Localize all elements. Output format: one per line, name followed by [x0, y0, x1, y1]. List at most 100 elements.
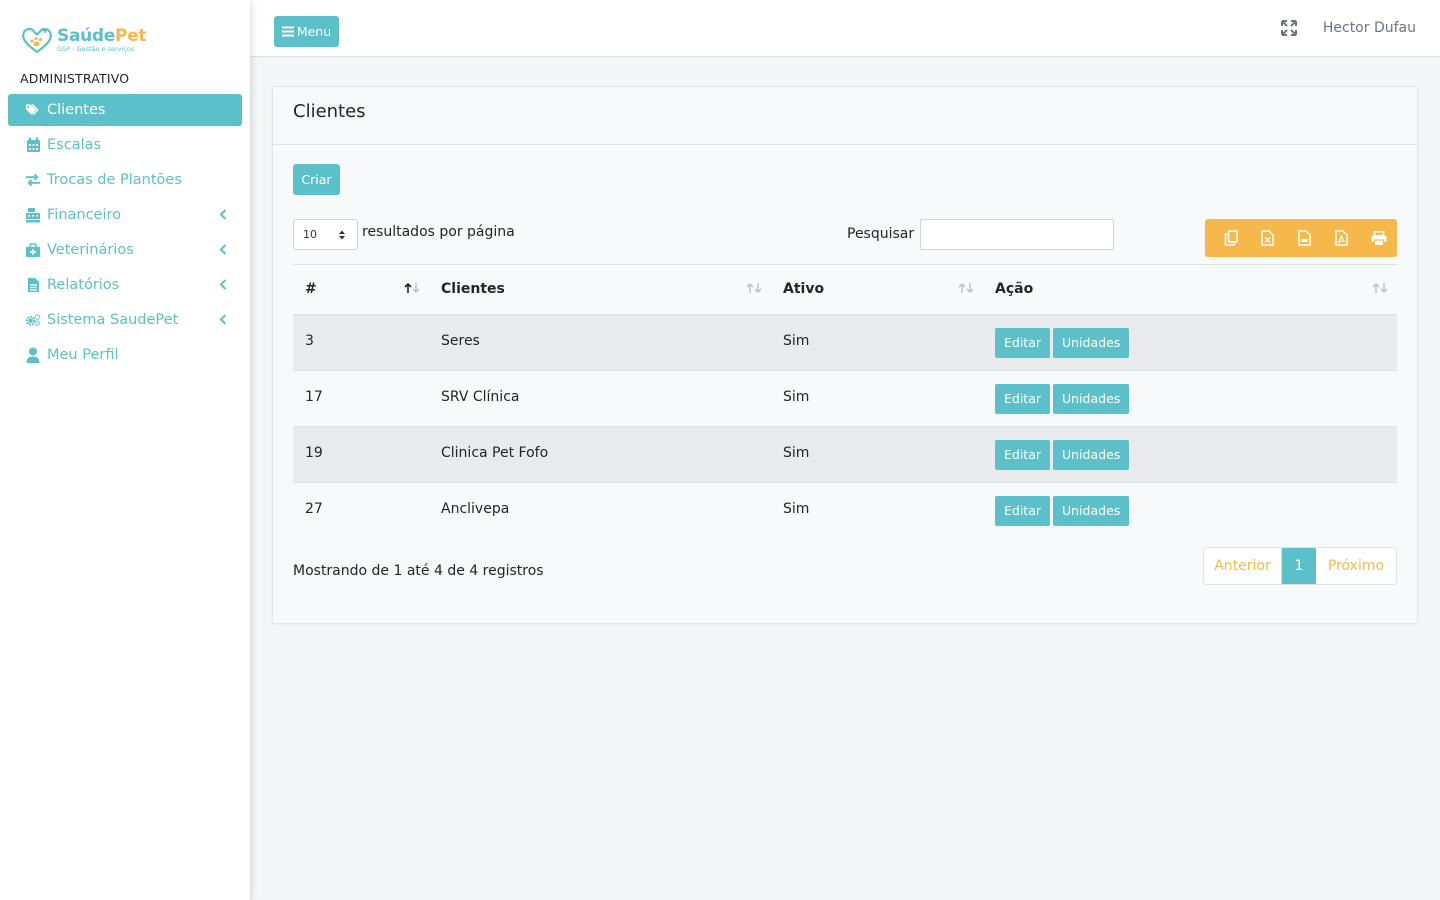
file-pdf-icon	[1335, 230, 1348, 246]
sidebar-item-sistema-saudepet[interactable]: Sistema SaudePet	[8, 304, 242, 336]
sidebar-item-label: Trocas de Plantões	[47, 172, 182, 188]
sort-icon	[958, 283, 974, 293]
pagination-page-current[interactable]: 1	[1282, 548, 1316, 584]
table-row: 27 Anclivepa Sim Editar Unidades	[293, 482, 1397, 539]
csv-export-button[interactable]	[1286, 219, 1323, 257]
column-header-label: Clientes	[441, 281, 505, 298]
card-header: Clientes	[273, 87, 1417, 145]
sidebar-item-label: Sistema SaudePet	[47, 312, 179, 328]
brand-name: SaúdePet	[57, 25, 147, 46]
excel-export-button[interactable]	[1249, 219, 1286, 257]
sidebar-item-relatorios[interactable]: Relatórios	[8, 269, 242, 301]
sidebar-item-label: Financeiro	[47, 207, 122, 223]
sidebar-item-label: Escalas	[47, 137, 102, 153]
search-input[interactable]	[920, 219, 1114, 250]
search-label: Pesquisar	[847, 226, 915, 242]
create-button[interactable]: Criar	[293, 164, 340, 195]
cell-active: Sim	[771, 314, 983, 371]
page-title: Clientes	[293, 101, 366, 122]
column-header-label: Ativo	[783, 281, 825, 298]
units-button[interactable]: Unidades	[1053, 327, 1130, 358]
table-row: 19 Clinica Pet Fofo Sim Editar Unidades	[293, 426, 1397, 483]
page-length-label: resultados por página	[362, 224, 515, 240]
nav-section-header: ADMINISTRATIVO	[20, 71, 130, 86]
sidebar-item-clientes[interactable]: Clientes	[8, 94, 242, 126]
table-row: 3 Seres Sim Editar Unidades	[293, 314, 1397, 371]
sort-ascending-icon	[404, 282, 420, 293]
sidebar-nav: Clientes Escalas Trocas de Plantões Fina…	[8, 94, 242, 374]
pagination-next[interactable]: Próximo	[1316, 548, 1396, 584]
clientes-table: # Clientes Ativo Ação 3 Seres Sim Editar…	[293, 264, 1397, 539]
fullscreen-icon[interactable]	[1281, 20, 1297, 36]
brand-tagline: GSP - Gestão e serviços	[57, 44, 135, 53]
select-arrows-icon	[339, 230, 345, 240]
hamburger-icon	[281, 26, 294, 37]
chevron-left-icon	[219, 314, 227, 325]
page-length-select[interactable]: 10	[293, 219, 358, 250]
table-info: Mostrando de 1 até 4 de 4 registros	[293, 563, 544, 579]
cell-id: 27	[293, 482, 429, 539]
copy-button[interactable]	[1212, 219, 1249, 257]
edit-button[interactable]: Editar	[995, 383, 1051, 414]
cell-id: 17	[293, 370, 429, 427]
file-excel-icon	[1261, 230, 1274, 246]
sidebar-item-escalas[interactable]: Escalas	[8, 129, 242, 161]
cell-active: Sim	[771, 370, 983, 427]
units-button[interactable]: Unidades	[1053, 383, 1130, 414]
print-icon	[1371, 230, 1386, 246]
copy-icon	[1224, 230, 1238, 246]
edit-button[interactable]: Editar	[995, 439, 1051, 470]
chevron-left-icon	[219, 279, 227, 290]
cell-name: Seres	[429, 314, 771, 371]
tags-icon	[25, 102, 41, 118]
menu-label: Menu	[296, 24, 332, 39]
user-menu[interactable]: Hector Dufau	[1323, 20, 1416, 36]
edit-button[interactable]: Editar	[995, 327, 1051, 358]
menu-toggle-button[interactable]: Menu	[274, 16, 339, 47]
file-csv-icon	[1298, 230, 1311, 246]
export-button-group	[1205, 219, 1397, 257]
pagination-previous[interactable]: Anterior	[1204, 548, 1282, 584]
column-header-clientes[interactable]: Clientes	[429, 264, 771, 316]
app-logo[interactable]: SaúdePet GSP - Gestão e serviços	[20, 22, 150, 58]
print-button[interactable]	[1360, 219, 1397, 257]
sort-icon	[746, 283, 762, 293]
column-header-id[interactable]: #	[293, 264, 429, 316]
sidebar-item-trocas-de-plantoes[interactable]: Trocas de Plantões	[8, 164, 242, 196]
user-icon	[25, 347, 41, 363]
page-length-value: 10	[303, 228, 317, 241]
cell-actions: Editar Unidades	[983, 482, 1397, 539]
column-header-label: #	[305, 281, 317, 298]
paw-heart-icon	[22, 27, 52, 54]
sort-icon	[1372, 283, 1388, 293]
column-header-label: Ação	[995, 281, 1034, 298]
sidebar-item-veterinarios[interactable]: Veterinários	[8, 234, 242, 266]
cell-actions: Editar Unidades	[983, 426, 1397, 483]
edit-button[interactable]: Editar	[995, 495, 1051, 526]
sidebar-item-label: Relatórios	[47, 277, 120, 293]
cell-active: Sim	[771, 426, 983, 483]
pdf-export-button[interactable]	[1323, 219, 1360, 257]
sidebar: SaúdePet GSP - Gestão e serviços ADMINIS…	[0, 0, 250, 900]
cell-id: 3	[293, 314, 429, 371]
exchange-icon	[25, 172, 41, 188]
table-header-row: # Clientes Ativo Ação	[293, 264, 1397, 316]
cash-register-icon	[25, 207, 41, 223]
cell-name: SRV Clínica	[429, 370, 771, 427]
cogs-icon	[25, 312, 41, 328]
sidebar-item-financeiro[interactable]: Financeiro	[8, 199, 242, 231]
cell-name: Anclivepa	[429, 482, 771, 539]
cell-actions: Editar Unidades	[983, 370, 1397, 427]
cell-active: Sim	[771, 482, 983, 539]
column-header-ativo[interactable]: Ativo	[771, 264, 983, 316]
calendar-icon	[25, 137, 41, 153]
units-button[interactable]: Unidades	[1053, 439, 1130, 470]
file-icon	[25, 277, 41, 293]
sidebar-item-label: Clientes	[47, 102, 106, 118]
units-button[interactable]: Unidades	[1053, 495, 1130, 526]
sidebar-item-meu-perfil[interactable]: Meu Perfil	[8, 339, 242, 371]
topbar: Menu Hector Dufau	[250, 0, 1440, 57]
column-header-acao[interactable]: Ação	[983, 264, 1397, 316]
pagination: Anterior 1 Próximo	[1203, 547, 1397, 585]
medkit-icon	[25, 242, 41, 258]
